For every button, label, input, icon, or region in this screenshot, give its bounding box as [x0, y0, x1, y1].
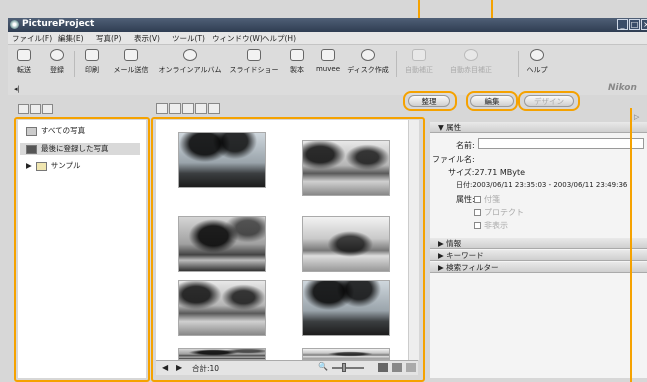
help-icon — [530, 49, 544, 61]
menu-file[interactable]: ファイル(F) — [12, 33, 52, 44]
register-button[interactable]: 登録 — [46, 49, 68, 75]
menu-window[interactable]: ウィンドウ(W) — [212, 33, 263, 44]
minimize-button[interactable]: _ — [617, 19, 628, 30]
delete-icon[interactable] — [208, 103, 220, 114]
expand-arrow-icon: ▶ — [438, 251, 447, 260]
attr-sticky[interactable]: 付箋 — [474, 194, 500, 205]
file-date: 日付:2003/06/11 23:35:03 - 2003/06/11 23:4… — [456, 181, 628, 189]
search-filter-header[interactable]: ▶ 検索フィルター — [430, 262, 647, 273]
callout-line-design — [630, 108, 632, 382]
attributes-header[interactable]: ▼ 属性 — [430, 122, 647, 133]
name-label: 名前: — [456, 141, 475, 150]
help-button[interactable]: ヘルプ — [522, 49, 552, 75]
book-button[interactable]: 製本 — [286, 49, 308, 75]
toolbar: 転送 登録 印刷 メール送信 オンラインアルバム スライドショー 製本 muve… — [8, 45, 647, 95]
close-button[interactable]: × — [641, 19, 647, 30]
print-button[interactable]: 印刷 — [80, 49, 104, 75]
filename-label: ファイル名: — [432, 155, 475, 164]
back-arrow-icon[interactable]: ◂| — [14, 85, 20, 93]
app-logo-icon — [10, 20, 19, 29]
properties-panel: ▼ 属性 名前: ファイル名: サイズ:27.71 MByte 日付:2003/… — [430, 122, 647, 378]
grid-toolbar — [156, 103, 236, 114]
highlight-organize — [403, 91, 457, 111]
toolbar-separator — [396, 51, 397, 77]
mail-icon — [124, 49, 138, 61]
transfer-icon — [17, 49, 31, 61]
disc-icon — [361, 49, 375, 61]
expand-arrow-icon: ▶ — [438, 239, 447, 248]
menu-bar: ファイル(F) 編集(E) 写真(P) 表示(V) ツール(T) ウィンドウ(W… — [8, 32, 647, 45]
menu-help[interactable]: ヘルプ(H) — [262, 33, 296, 44]
keyword-header[interactable]: ▶ キーワード — [430, 250, 647, 261]
menu-view[interactable]: 表示(V) — [134, 33, 160, 44]
sticky-checkbox[interactable] — [474, 196, 481, 203]
slideshow-icon — [247, 49, 261, 61]
menu-tools[interactable]: ツール(T) — [172, 33, 205, 44]
highlight-thumbnail-grid — [151, 117, 425, 382]
muvee-button[interactable]: muvee — [314, 49, 342, 73]
title-bar: PictureProject _ □ × — [8, 18, 647, 32]
slideshow-button[interactable]: スライドショー — [228, 49, 280, 75]
check-icon[interactable] — [182, 103, 194, 114]
online-album-button[interactable]: オンラインアルバム — [158, 49, 222, 75]
highlight-tree-panel — [14, 117, 150, 382]
attributes-label: 属性: — [456, 195, 475, 204]
book-icon — [290, 49, 304, 61]
menu-edit[interactable]: 編集(E) — [58, 33, 84, 44]
properties-collapse-icon[interactable]: ▷ — [634, 113, 639, 121]
file-size: サイズ:27.71 MByte — [448, 168, 526, 177]
compare-icon[interactable] — [195, 103, 207, 114]
rotate-right-icon[interactable] — [169, 103, 181, 114]
menu-photo[interactable]: 写真(P) — [96, 33, 121, 44]
disc-button[interactable]: ディスク作成 — [346, 49, 390, 75]
expand-arrow-icon: ▶ — [438, 263, 447, 272]
attr-protect[interactable]: プロテクト — [474, 207, 524, 218]
print-icon — [85, 49, 99, 61]
brand-logo: Nikon — [608, 83, 637, 93]
auto-correct-button[interactable]: 自動補正 — [400, 49, 438, 75]
red-eye-button[interactable]: 自動赤目補正 — [444, 49, 498, 75]
info-header[interactable]: ▶ 情報 — [430, 238, 647, 249]
register-icon — [50, 49, 64, 61]
left-view-toolbar — [18, 104, 68, 114]
globe-icon — [183, 49, 197, 61]
mail-button[interactable]: メール送信 — [110, 49, 152, 75]
name-input[interactable] — [478, 138, 644, 149]
toolbar-separator — [518, 51, 519, 77]
red-eye-icon — [464, 49, 478, 61]
hidden-checkbox[interactable] — [474, 222, 481, 229]
highlight-design — [518, 91, 580, 111]
maximize-button[interactable]: □ — [629, 19, 640, 30]
toolbar-separator — [74, 51, 75, 77]
muvee-icon — [321, 49, 335, 61]
protect-checkbox[interactable] — [474, 209, 481, 216]
auto-correct-icon — [412, 49, 426, 61]
window-title: PictureProject — [22, 19, 95, 29]
collapse-arrow-icon: ▼ — [438, 123, 447, 132]
transfer-button[interactable]: 転送 — [12, 49, 36, 75]
calendar-view-icon[interactable] — [42, 104, 53, 114]
list-view-icon[interactable] — [18, 104, 29, 114]
folder-view-icon[interactable] — [30, 104, 41, 114]
highlight-edit — [466, 91, 518, 111]
rotate-left-icon[interactable] — [156, 103, 168, 114]
attr-hidden[interactable]: 非表示 — [474, 220, 508, 231]
